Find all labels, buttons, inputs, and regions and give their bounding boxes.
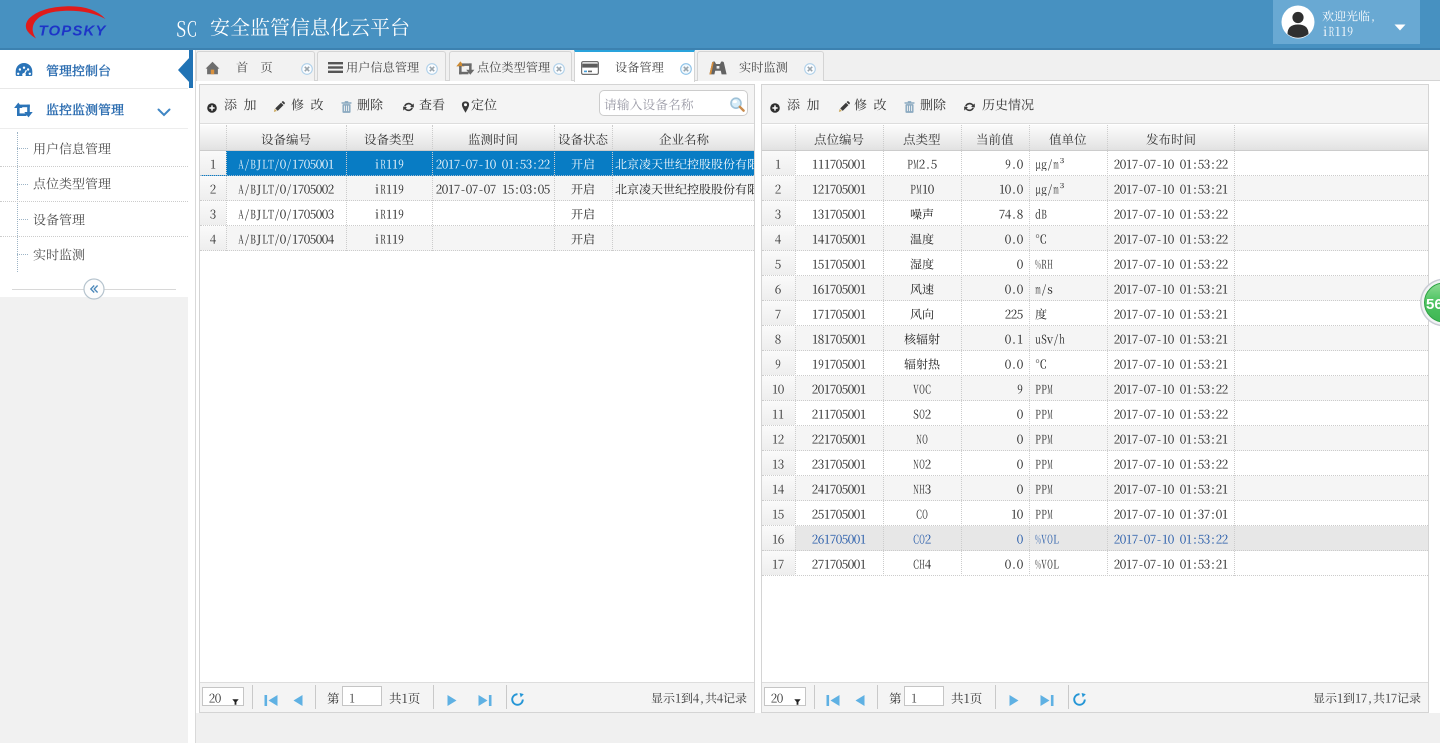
svg-text:TOPSKY: TOPSKY xyxy=(39,23,108,40)
svg-text:56: 56 xyxy=(1426,296,1440,313)
